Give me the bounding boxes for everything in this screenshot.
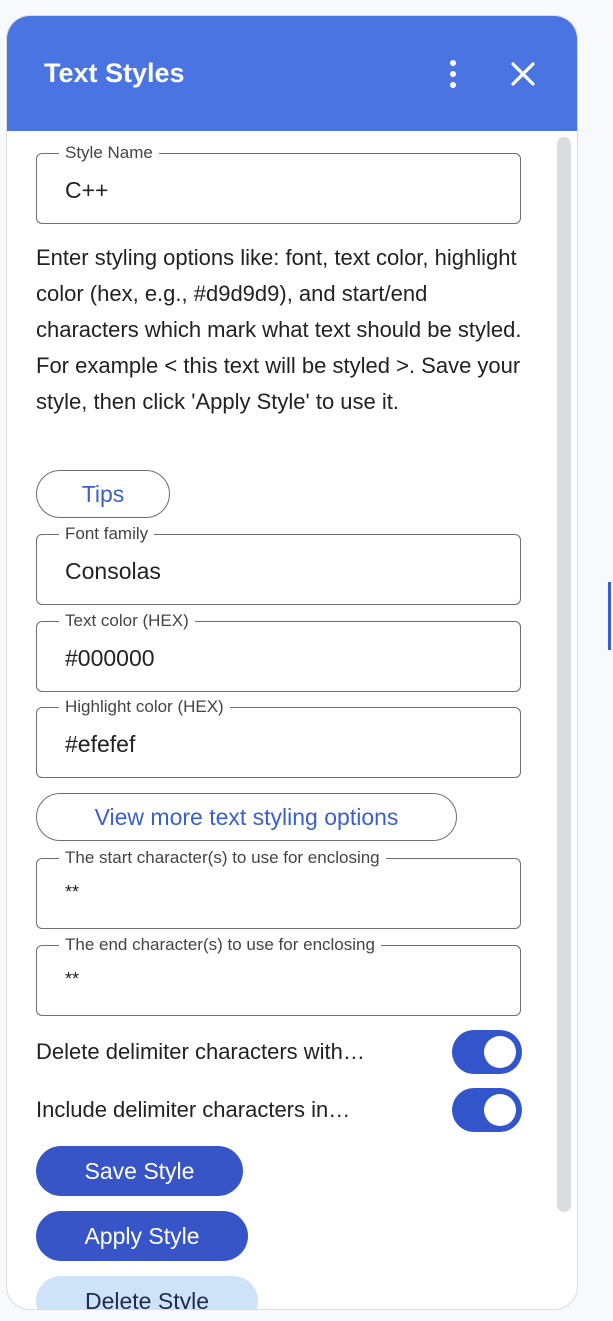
include-delimiters-row: Include delimiter characters in… [36,1088,522,1134]
end-characters-field[interactable]: The end character(s) to use for enclosin… [36,935,521,1016]
font-family-field[interactable]: Font family Consolas [36,524,521,605]
text-styles-panel: Text Styles Style Name C++ Enter styling… [6,15,578,1310]
instructions-text: Enter styling options like: font, text c… [36,245,522,414]
tips-button[interactable]: Tips [36,470,170,518]
end-characters-label: The end character(s) to use for enclosin… [59,935,381,955]
end-characters-value: ** [65,969,80,989]
panel-title: Text Styles [44,58,185,88]
more-vert-icon[interactable] [441,56,465,92]
close-icon[interactable] [505,56,541,92]
panel-header: Text Styles [7,16,577,131]
start-characters-field[interactable]: The start character(s) to use for enclos… [36,848,521,929]
highlight-color-value: #efefef [65,731,136,757]
text-color-label: Text color (HEX) [59,611,195,631]
delete-delimiters-label: Delete delimiter characters with… [36,1039,365,1064]
apply-style-button[interactable]: Apply Style [36,1211,248,1261]
toggle-knob [484,1094,516,1126]
scrollbar[interactable] [557,137,571,1212]
more-styling-options-button[interactable]: View more text styling options [36,793,457,841]
include-delimiters-label: Include delimiter characters in… [36,1097,351,1122]
start-characters-value: ** [65,882,80,902]
text-color-value: #000000 [65,645,155,671]
toggle-knob [484,1036,516,1068]
style-name-label: Style Name [59,143,159,163]
delete-delimiters-toggle[interactable] [452,1030,522,1074]
style-name-field[interactable]: Style Name C++ [36,143,521,224]
highlight-color-label: Highlight color (HEX) [59,697,230,717]
start-characters-label: The start character(s) to use for enclos… [59,848,386,868]
font-family-value: Consolas [65,558,161,584]
include-delimiters-toggle[interactable] [452,1088,522,1132]
delete-style-button[interactable]: Delete Style [36,1276,258,1309]
font-family-label: Font family [59,524,155,544]
side-panel-edge-indicator [608,582,611,650]
style-name-value: C++ [65,177,109,203]
highlight-color-field[interactable]: Highlight color (HEX) #efefef [36,697,521,778]
delete-delimiters-row: Delete delimiter characters with… [36,1030,522,1076]
text-color-field[interactable]: Text color (HEX) #000000 [36,611,521,692]
save-style-button[interactable]: Save Style [36,1146,243,1196]
